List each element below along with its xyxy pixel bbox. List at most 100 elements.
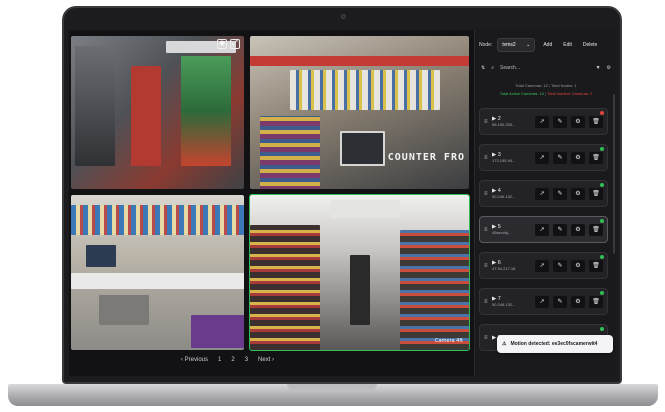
move-icon[interactable]: ↗ xyxy=(535,187,549,200)
camera-feed-2[interactable]: COUNTER FRO xyxy=(250,36,469,189)
warning-icon: ⚠ xyxy=(502,341,507,347)
status-dot xyxy=(600,327,604,331)
total-active-cameras: Total Active Cameras: 10 xyxy=(499,91,544,96)
camera-actions: ↗ ✎ ⚙ 🗑 xyxy=(535,295,603,308)
camera-number: 6 xyxy=(497,259,501,266)
status-dot xyxy=(600,219,604,223)
drag-handle-icon[interactable]: ≡ xyxy=(484,227,492,233)
next-page-button[interactable]: Next › xyxy=(258,357,274,363)
page-1-button[interactable]: 1 xyxy=(218,357,221,363)
search-icon: ⌕ xyxy=(491,65,495,71)
camera-list-item[interactable]: ≡ ▶ 3 173.195.94... ↗ ✎ ⚙ 🗑 xyxy=(479,144,608,171)
drag-handle-icon[interactable]: ≡ xyxy=(484,191,492,197)
stats-summary: Total Cameras: 12 | Total Nodes: 1 Total… xyxy=(475,82,617,98)
camera-info: ▶ 3 173.195.94... xyxy=(492,152,535,164)
edit-icon[interactable]: ✎ xyxy=(553,187,567,200)
page-2-button[interactable]: 2 xyxy=(231,357,234,363)
camera-ip: 173.195.94... xyxy=(492,157,516,163)
trash-icon[interactable]: 🗑 xyxy=(589,295,603,308)
page-3-button[interactable]: 3 xyxy=(245,357,248,363)
camera-feed-1[interactable]: ◉ ⤢ xyxy=(71,36,244,189)
camera-panel: Node: tvms2 ⌄ Add Edit Delete ⇅ ⌕ Search… xyxy=(474,30,617,376)
drag-handle-icon[interactable]: ≡ xyxy=(484,155,492,161)
search-row: ⇅ ⌕ Search... ▼ ⚙ xyxy=(475,58,617,78)
status-dot xyxy=(600,255,604,259)
camera-number: 3 xyxy=(497,151,501,158)
list-scrollbar[interactable] xyxy=(613,94,615,254)
sort-icon[interactable]: ⇅ xyxy=(481,65,485,71)
laptop-notch xyxy=(287,384,377,390)
feed-controls: ◉ ⤢ xyxy=(217,39,240,49)
camera-info: ▶ 5 45secobj... xyxy=(492,224,535,236)
drag-handle-icon[interactable]: ≡ xyxy=(484,263,492,269)
edit-icon[interactable]: ✎ xyxy=(553,223,567,236)
fullscreen-icon[interactable]: ⤢ xyxy=(230,39,240,49)
move-icon[interactable]: ↗ xyxy=(535,115,549,128)
settings-icon[interactable]: ⚙ xyxy=(571,223,585,236)
move-icon[interactable]: ↗ xyxy=(535,259,549,272)
status-dot xyxy=(600,291,604,295)
previous-page-button[interactable]: ‹ Previous xyxy=(181,357,208,363)
camera-list-item[interactable]: ≡ ▶ 2 58.150.253... ↗ ✎ ⚙ 🗑 xyxy=(479,108,608,135)
camera-actions: ↗ ✎ ⚙ 🗑 xyxy=(535,115,603,128)
motion-toast[interactable]: ⚠ Motion detected: ee3ec0fscamerwit4 xyxy=(497,335,613,353)
edit-icon[interactable]: ✎ xyxy=(553,259,567,272)
edit-icon[interactable]: ✎ xyxy=(553,115,567,128)
snapshot-icon[interactable]: ◉ xyxy=(217,39,227,49)
camera-ip: 50.246.132... xyxy=(492,193,516,199)
camera-ip: 45secobj... xyxy=(492,229,512,235)
node-label: Node: xyxy=(479,42,493,48)
move-icon[interactable]: ↗ xyxy=(535,295,549,308)
total-nodes: Total Nodes: 1 xyxy=(551,83,577,88)
status-dot xyxy=(600,183,604,187)
camera-list-item[interactable]: ≡ ▶ 4 50.246.132... ↗ ✎ ⚙ 🗑 xyxy=(479,180,608,207)
camera-list-item[interactable]: ≡ ▶ 7 50.246.132... ↗ ✎ ⚙ 🗑 xyxy=(479,288,608,315)
camera-ip: 50.246.132... xyxy=(492,301,516,307)
camera-number: 4 xyxy=(497,187,501,194)
trash-icon[interactable]: 🗑 xyxy=(589,187,603,200)
feed-overlay-text: COUNTER FRO xyxy=(387,152,465,163)
camera-ip: 47.94.217.18 xyxy=(492,265,516,271)
app-screen: ◉ ⤢ COUNTER FRO Camera 4ft ‹ Previous 1 … xyxy=(69,30,617,376)
settings-icon[interactable]: ⚙ xyxy=(571,259,585,272)
status-dot xyxy=(600,147,604,151)
delete-button[interactable]: Delete xyxy=(580,40,600,50)
camera-ip: 58.150.253... xyxy=(492,121,516,127)
drag-handle-icon[interactable]: ≡ xyxy=(484,119,492,125)
move-icon[interactable]: ↗ xyxy=(535,223,549,236)
search-input[interactable]: Search... xyxy=(500,65,590,71)
feed-caption: Camera 4ft xyxy=(434,338,463,344)
status-dot xyxy=(600,111,604,115)
camera-feed-4[interactable]: Camera 4ft xyxy=(249,194,470,351)
add-button[interactable]: Add xyxy=(540,40,555,50)
camera-list-item[interactable]: ≡ ▶ 5 45secobj... ↗ ✎ ⚙ 🗑 xyxy=(479,216,608,243)
drag-handle-icon[interactable]: ≡ xyxy=(484,335,492,341)
pagination: ‹ Previous 1 2 3 Next › xyxy=(181,357,274,363)
edit-icon[interactable]: ✎ xyxy=(553,151,567,164)
edit-button[interactable]: Edit xyxy=(560,40,575,50)
settings-icon[interactable]: ⚙ xyxy=(571,187,585,200)
trash-icon[interactable]: 🗑 xyxy=(589,223,603,236)
drag-handle-icon[interactable]: ≡ xyxy=(484,299,492,305)
camera-number: 2 xyxy=(497,115,501,122)
trash-icon[interactable]: 🗑 xyxy=(589,151,603,164)
move-icon[interactable]: ↗ xyxy=(535,151,549,164)
camera-actions: ↗ ✎ ⚙ 🗑 xyxy=(535,187,603,200)
settings-icon[interactable]: ⚙ xyxy=(571,151,585,164)
camera-number: 7 xyxy=(497,295,501,302)
toast-message: Motion detected: ee3ec0fscamerwit4 xyxy=(510,341,598,347)
camera-info: ▶ 6 47.94.217.18 xyxy=(492,260,535,272)
trash-icon[interactable]: 🗑 xyxy=(589,115,603,128)
settings-icon[interactable]: ⚙ xyxy=(571,295,585,308)
trash-icon[interactable]: 🗑 xyxy=(589,259,603,272)
camera-feed-3[interactable] xyxy=(71,195,244,350)
camera-info: ▶ 4 50.246.132... xyxy=(492,188,535,200)
settings-icon[interactable]: ⚙ xyxy=(607,65,611,71)
edit-icon[interactable]: ✎ xyxy=(553,295,567,308)
camera-list-item[interactable]: ≡ ▶ 6 47.94.217.18 ↗ ✎ ⚙ 🗑 xyxy=(479,252,608,279)
node-select[interactable]: tvms2 ⌄ xyxy=(497,38,536,52)
settings-icon[interactable]: ⚙ xyxy=(571,115,585,128)
filter-icon[interactable]: ▼ xyxy=(596,65,601,71)
camera-info: ▶ 7 50.246.132... xyxy=(492,296,535,308)
total-inactive-cameras: Total Inactive Cameras: 2 xyxy=(547,91,593,96)
